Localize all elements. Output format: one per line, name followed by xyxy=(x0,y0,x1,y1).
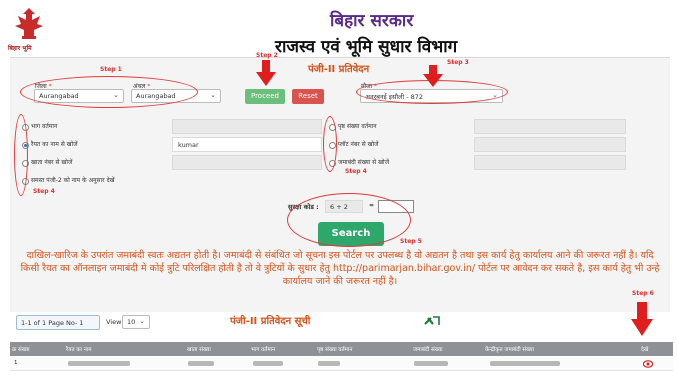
step-1-highlight xyxy=(20,76,198,108)
table-row: 1 xyxy=(10,357,673,371)
redacted-page-number xyxy=(318,361,340,366)
step-4-right-highlight xyxy=(323,116,337,172)
col-page-number: पृष्ठ संख्या वर्तमान xyxy=(317,347,353,353)
step-1-label: Step 1 xyxy=(100,66,122,73)
plot-number-input[interactable] xyxy=(474,137,626,152)
jamabandi-number-input[interactable] xyxy=(474,155,626,170)
page-size-select[interactable]: 10 ⌄ xyxy=(122,315,150,329)
col-jamabandi-number: जमाबंदी संख्या xyxy=(413,347,443,353)
department-title: राजस्व एवं भूमि सुधार विभाग xyxy=(275,37,458,57)
page: बिहार भूमि बिहार सरकार राजस्व एवं भूमि स… xyxy=(0,0,677,390)
radio-all-by-name-label: समस्त पंजी-2 को नाम के अनुसार देखें xyxy=(31,177,115,184)
page-size-value: 10 xyxy=(127,318,136,326)
radio-bhag-vartman-label: भाग वर्तमान xyxy=(31,123,58,130)
col-bhag-vartman: भाग वर्तमान xyxy=(251,347,276,353)
radio-raiyat-name-label: रैयत का नाम से खोजें xyxy=(31,141,78,148)
radio-page-number-label: पृष्ठ संख्या वर्तमान xyxy=(338,123,377,130)
proceed-button[interactable]: Proceed xyxy=(245,89,285,104)
page-title: बिहार सरकार xyxy=(330,11,414,31)
col-sno: क्र संख्या xyxy=(12,347,30,353)
step-4-left-highlight xyxy=(14,114,28,196)
bihar-emblem-logo xyxy=(15,8,43,39)
col-khata-number: खाता संख्या xyxy=(187,347,211,353)
col-central-jamabandi: केंन्द्रीकृत जमाबंदी संख्या xyxy=(485,347,534,353)
chevron-down-icon: ⌄ xyxy=(139,317,145,325)
chevron-down-icon: ⌄ xyxy=(210,91,216,99)
redacted-central-jamabandi xyxy=(490,361,560,366)
step-3-arrow-icon xyxy=(423,65,443,87)
radio-khata-number-label: खाता नंबर से खोजें xyxy=(31,159,73,166)
redacted-jamabandi-number xyxy=(414,361,448,366)
page-number-input[interactable] xyxy=(474,119,626,134)
step-4-right-label: Step 4 xyxy=(345,168,367,175)
col-view: देखे xyxy=(641,347,649,353)
step-4-left-label: Step 4 xyxy=(33,188,55,195)
khata-number-input[interactable] xyxy=(172,155,322,170)
redacted-bhag xyxy=(253,361,283,366)
redacted-khata-number xyxy=(188,361,214,366)
step-6-label: Step 6 xyxy=(632,290,654,297)
reset-button[interactable]: Reset xyxy=(292,89,324,104)
logo-caption: बिहार भूमि xyxy=(8,45,32,52)
step-2-arrow-icon xyxy=(256,60,276,86)
step-5-label: Step 5 xyxy=(400,238,422,245)
list-toolbar: 1-1 of 1 Page No- 1 View 10 ⌄ पंजी-II प्… xyxy=(12,310,672,340)
raiyat-name-input[interactable]: kumar xyxy=(172,137,322,152)
radio-jamabandi-number-label: जमाबंदी संख्या से खोजें xyxy=(338,159,390,166)
pager-info: 1-1 of 1 Page No- 1 xyxy=(16,315,100,330)
view-label: View xyxy=(106,318,122,326)
info-notice: दाखिल-खारिज के उपरांत जमाबंदी स्वतः अद्य… xyxy=(20,250,660,287)
step-2-label: Step 2 xyxy=(256,52,278,59)
eye-view-icon[interactable] xyxy=(643,360,653,368)
redacted-raiyat-name xyxy=(68,361,130,366)
bhag-vartman-input[interactable] xyxy=(172,119,322,134)
radio-plot-number-label: प्लॉट नंबर से खोजें xyxy=(338,141,379,148)
list-title: पंजी-II प्रतिवेदन सूची xyxy=(230,316,311,327)
form-title: पंजी-II प्रतिवेदन xyxy=(308,64,370,75)
excel-export-icon[interactable] xyxy=(424,314,440,328)
table-header: क्र संख्या रैयत का नाम खाता संख्या भाग व… xyxy=(10,342,673,356)
col-raiyat-name: रैयत का नाम xyxy=(66,347,92,353)
step-5-highlight xyxy=(287,193,411,247)
row-sno: 1 xyxy=(14,360,18,366)
step-3-label: Step 3 xyxy=(447,59,469,66)
